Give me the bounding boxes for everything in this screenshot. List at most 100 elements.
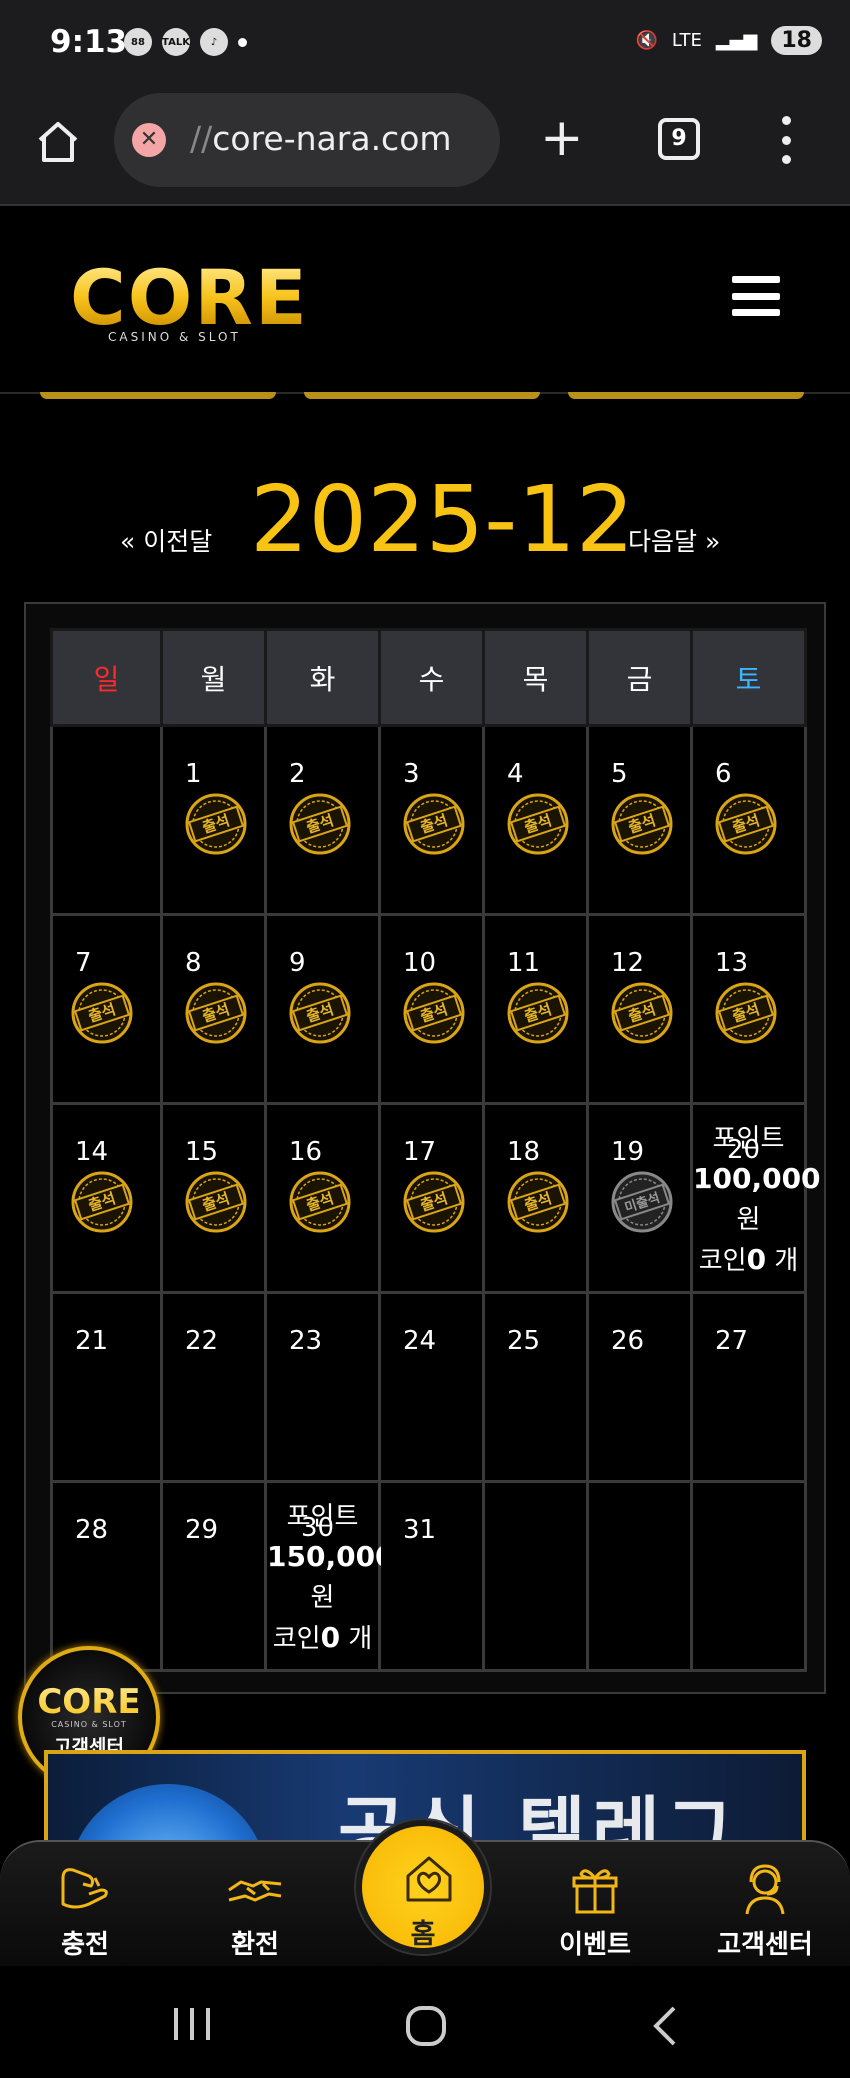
- day-number: 14: [75, 1137, 109, 1167]
- nav-deposit-label: 충전: [61, 1930, 109, 1960]
- tab-edge[interactable]: [40, 392, 276, 399]
- calendar-day-cell: 25: [482, 1291, 589, 1483]
- weekday-header: 금: [586, 628, 693, 727]
- calendar-day-cell: 17 출석: [378, 1102, 485, 1294]
- android-navigation-bar: [0, 1966, 850, 2078]
- weekday-header: 수: [378, 628, 485, 727]
- url-text: //core-nara.com: [190, 119, 452, 158]
- calendar-empty-cell: [482, 1480, 589, 1672]
- address-bar[interactable]: ✕ //core-nara.com: [114, 93, 500, 187]
- calendar-table: 일월화수목금토 1 출석 2 출석 3 출석 4 출석 5 출석 6 출석 7 출석 8 출석 9 출석 10 출석 1…: [50, 628, 821, 1672]
- calendar-day-cell: 5 출석: [586, 724, 693, 916]
- missed-attendance-stamp-icon: 미출석: [607, 1167, 677, 1237]
- calendar-day-cell: 28: [50, 1480, 163, 1672]
- calendar-day-cell: 9 출석: [264, 913, 381, 1105]
- calendar-day-cell: 20 포인트 100,000 원 코인0 개: [690, 1102, 821, 1294]
- calendar-day-cell: 6 출석: [690, 724, 807, 916]
- reward-amount: 100,000: [693, 1162, 821, 1195]
- calendar-day-cell: 4 출석: [482, 724, 589, 916]
- site-logo[interactable]: CORE CASINO & SLOT: [70, 253, 309, 345]
- day-number: 18: [507, 1137, 541, 1167]
- day-number: 15: [185, 1137, 219, 1167]
- home-heart-icon: [406, 1856, 452, 1902]
- hamburger-menu-icon[interactable]: [732, 276, 780, 316]
- nav-withdraw-label: 환전: [231, 1930, 279, 1960]
- day-number: 19: [611, 1137, 645, 1167]
- new-tab-button[interactable]: +: [540, 110, 584, 166]
- tab-edge[interactable]: [568, 392, 804, 399]
- weekday-header-row: 일월화수목금토: [50, 628, 807, 727]
- nav-event[interactable]: 이벤트: [520, 1842, 670, 1968]
- attendance-stamp-icon: 출석: [67, 978, 137, 1048]
- notification-icons: 88 TALK ♪: [124, 28, 247, 56]
- recent-apps-icon[interactable]: [170, 2004, 214, 2044]
- nav-withdraw[interactable]: 환전: [180, 1842, 330, 1968]
- day-number: 16: [289, 1137, 323, 1167]
- site-header: CORE CASINO & SLOT: [0, 208, 850, 394]
- day-number: 10: [403, 948, 437, 978]
- android-home-icon[interactable]: [404, 2004, 448, 2048]
- nav-support-label: 고객센터: [717, 1930, 813, 1960]
- attendance-stamp-icon: 출석: [503, 978, 573, 1048]
- back-icon[interactable]: [650, 2004, 680, 2048]
- calendar-day-cell: 2 출석: [264, 724, 381, 916]
- attendance-stamp-icon: 출석: [503, 1167, 573, 1237]
- attendance-stamp-icon: 출석: [503, 789, 573, 859]
- day-number: 6: [715, 759, 732, 789]
- browser-toolbar: ✕ //core-nara.com + 9: [0, 90, 850, 206]
- cs-logo: CORE: [22, 1682, 156, 1722]
- day-number: 11: [507, 948, 541, 978]
- deposit-icon: [61, 1868, 108, 1909]
- mute-icon: 🔇: [635, 30, 658, 51]
- calendar-day-cell: 1 출석: [160, 724, 267, 916]
- attendance-stamp-icon: 출석: [607, 978, 677, 1048]
- day-number: 2: [289, 759, 306, 789]
- logo-text: CORE: [70, 253, 309, 342]
- day-number: 17: [403, 1137, 437, 1167]
- reward-info: 포인트 100,000 원 코인0 개: [693, 1119, 821, 1281]
- sync-icon: 88: [124, 28, 152, 56]
- attendance-stamp-icon: 출석: [399, 789, 469, 859]
- calendar-day-cell: 16 출석: [264, 1102, 381, 1294]
- tab-switcher-button[interactable]: 9: [658, 118, 700, 160]
- calendar-day-cell: 15 출석: [160, 1102, 267, 1294]
- reward-label: 포인트: [712, 1124, 785, 1154]
- attendance-stamp-icon: 출석: [399, 978, 469, 1048]
- calendar-day-cell: 24: [378, 1291, 485, 1483]
- weekday-header: 일: [50, 628, 163, 727]
- home-icon[interactable]: [34, 118, 82, 166]
- month-navigation: « 이전달 2025-12 다음달 »: [0, 460, 850, 580]
- calendar-day-cell: 30 포인트 150,000 원 코인0 개: [264, 1480, 395, 1672]
- url-prefix: //: [190, 119, 213, 158]
- day-number: 31: [403, 1515, 437, 1545]
- network-label: LTE: [671, 30, 702, 51]
- cs-logo-subtitle: CASINO & SLOT: [51, 1720, 127, 1729]
- tab-edge[interactable]: [304, 392, 540, 399]
- calendar-day-cell: 22: [160, 1291, 267, 1483]
- nav-home-label: 홈: [410, 1919, 436, 1950]
- insecure-site-icon[interactable]: ✕: [132, 123, 166, 157]
- day-number: 28: [75, 1515, 109, 1545]
- nav-deposit[interactable]: 충전: [10, 1842, 160, 1968]
- tab-strip-edges: [0, 392, 850, 400]
- calendar-day-cell: 10 출석: [378, 913, 485, 1105]
- support-icon: [745, 1864, 785, 1915]
- browser-menu-button[interactable]: [780, 116, 792, 164]
- prev-month-link[interactable]: « 이전달: [120, 522, 212, 558]
- attendance-stamp-icon: 출석: [181, 1167, 251, 1237]
- attendance-stamp-icon: 출석: [285, 978, 355, 1048]
- nav-home[interactable]: 홈: [356, 1820, 490, 1954]
- reward-unit: 원: [736, 1205, 761, 1235]
- next-month-link[interactable]: 다음달 »: [628, 522, 720, 558]
- calendar-empty-cell: [586, 1480, 693, 1672]
- nav-support[interactable]: 고객센터: [690, 1842, 840, 1968]
- calendar-empty-cell: [50, 724, 163, 916]
- calendar-empty-cell: [690, 1480, 807, 1672]
- day-number: 9: [289, 948, 306, 978]
- day-number: 8: [185, 948, 202, 978]
- tiktok-icon: ♪: [200, 28, 228, 56]
- calendar-day-cell: 13 출석: [690, 913, 807, 1105]
- attendance-stamp-icon: 출석: [285, 1167, 355, 1237]
- calendar-week-row: 1 출석 2 출석 3 출석 4 출석 5 출석 6 출석: [50, 724, 807, 916]
- day-number: 13: [715, 948, 749, 978]
